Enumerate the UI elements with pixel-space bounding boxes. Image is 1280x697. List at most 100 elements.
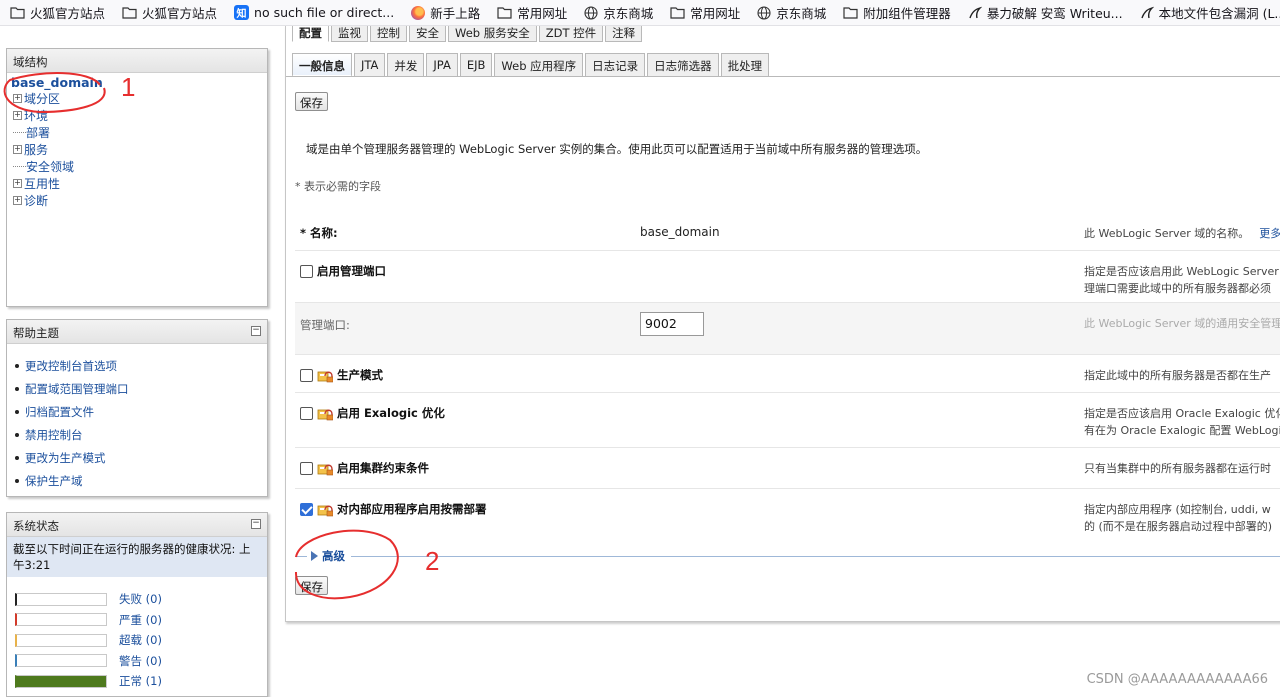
tree-item[interactable]: + 互用性	[11, 175, 267, 192]
tab-top[interactable]: 控制	[370, 26, 407, 42]
status-message: 截至以下时间正在运行的服务器的健康状况: 上午3:21	[7, 537, 267, 577]
hint-line: 指定是否应该启用此 WebLogic Server	[1084, 265, 1279, 278]
tree-item[interactable]: + 环境	[11, 107, 267, 124]
health-status-link[interactable]: 超载 (0)	[119, 632, 162, 648]
collapse-icon[interactable]: −	[251, 326, 261, 336]
cluster-constraints-label: 启用集群约束条件	[337, 461, 429, 475]
globe-icon	[584, 5, 598, 20]
tree-item-label: 部署	[26, 126, 51, 140]
lock-config-icon	[317, 406, 334, 421]
tab-sub[interactable]: 日志记录	[585, 53, 646, 77]
help-title: 帮助主题	[13, 326, 59, 340]
collapse-icon[interactable]: −	[251, 519, 261, 529]
bookmark-item[interactable]: 京东商城	[574, 0, 660, 25]
bookmark-item[interactable]: 本地文件包含漏洞 (L...	[1130, 0, 1280, 25]
tab-top[interactable]: ZDT 控件	[538, 26, 604, 42]
admin-port-enabled-label: 启用管理端口	[317, 264, 386, 278]
tab-sub[interactable]: 批处理	[720, 53, 770, 77]
save-button-bottom[interactable]: 保存	[295, 576, 328, 595]
cluster-constraints-field: 启用集群约束条件	[300, 460, 429, 476]
bookmark-item[interactable]: 常用网址	[660, 0, 747, 25]
name-row: * 名称: base_domain 此 WebLogic Server 域的名称…	[295, 213, 1280, 251]
bookmark-label: 京东商城	[776, 6, 827, 21]
bookmark-item[interactable]: 常用网址	[487, 0, 574, 25]
expand-plus-icon[interactable]: +	[13, 94, 22, 103]
divider-line	[351, 555, 1280, 557]
bookmark-item[interactable]: 火狐官方站点	[0, 0, 112, 25]
tab-sub[interactable]: 并发	[387, 53, 425, 77]
tab-top[interactable]: 配置	[292, 26, 329, 42]
save-button[interactable]: 保存	[295, 92, 328, 111]
cluster-constraints-hint: 只有当集群中的所有服务器都在运行时	[1084, 462, 1271, 475]
bookmark-item[interactable]: 火狐官方站点	[112, 0, 224, 25]
bookmark-item[interactable]: 知 no such file or direct...	[224, 0, 401, 25]
tree-item[interactable]: + 诊断	[11, 192, 267, 209]
lock-config-icon	[317, 502, 334, 517]
lock-config-icon	[317, 368, 334, 383]
exalogic-label: 启用 Exalogic 优化	[337, 406, 445, 420]
bookmark-label: 常用网址	[517, 6, 568, 21]
tab-top[interactable]: 监视	[331, 26, 368, 42]
more-link[interactable]: 更多	[1259, 227, 1280, 240]
tab-sub[interactable]: Web 应用程序	[494, 53, 584, 77]
cluster-constraints-row: 启用集群约束条件 只有当集群中的所有服务器都在运行时	[295, 448, 1280, 489]
tree-root-link[interactable]: base_domain	[11, 75, 267, 90]
help-topic-link[interactable]: 配置域范围管理端口	[15, 377, 267, 400]
bullet-icon	[15, 363, 19, 368]
tab-sub[interactable]: 日志筛选器	[647, 53, 719, 77]
tab-sub[interactable]: 一般信息	[292, 53, 352, 77]
zhihu-icon: 知	[234, 5, 250, 20]
annotation-number-2: 2	[425, 546, 440, 576]
help-topic-link[interactable]: 归档配置文件	[15, 400, 267, 423]
cluster-constraints-checkbox[interactable]	[300, 461, 313, 475]
tab-top[interactable]: 注释	[605, 26, 643, 42]
bookmark-item[interactable]: 新手上路	[401, 0, 487, 25]
hint-line: 的 (而不是在服务器启动过程中部署的)	[1084, 520, 1273, 533]
bookmark-item[interactable]: 京东商城	[747, 0, 833, 25]
admin-port-input[interactable]: 9002	[640, 312, 704, 336]
status-title: 系统状态	[13, 519, 59, 533]
expand-plus-icon[interactable]: +	[13, 179, 22, 188]
tab-sub[interactable]: EJB	[459, 53, 493, 77]
tab-sub[interactable]: JTA	[354, 53, 386, 77]
help-topic-link[interactable]: 保护生产域	[15, 469, 267, 492]
health-status-link[interactable]: 失败 (0)	[119, 591, 162, 607]
expand-plus-icon[interactable]: +	[13, 111, 22, 120]
bookmark-item[interactable]: 附加组件管理器	[833, 0, 958, 25]
health-status-link[interactable]: 正常 (1)	[119, 673, 162, 689]
on-demand-deploy-checkbox[interactable]	[300, 502, 313, 516]
advanced-section-toggle[interactable]: 高级	[295, 548, 1280, 564]
admin-port-checkbox[interactable]	[300, 264, 313, 278]
health-status-row: 正常 (1)	[7, 671, 267, 692]
help-topic-link[interactable]: 更改控制台首选项	[15, 354, 267, 377]
tree-item[interactable]: 部署	[11, 124, 267, 141]
expand-plus-icon[interactable]: +	[13, 145, 22, 154]
exalogic-row: 启用 Exalogic 优化 指定是否应该启用 Oracle Exalogic …	[295, 393, 1280, 448]
tab-sub[interactable]: JPA	[426, 53, 458, 77]
tree-item-label: 互用性	[24, 177, 61, 191]
health-status-row: 警告 (0)	[7, 651, 267, 672]
tree-item-label: 环境	[24, 109, 49, 123]
production-mode-field: 生产模式	[300, 367, 383, 383]
tab-top[interactable]: 安全	[409, 26, 446, 42]
tree-item-label: 安全领域	[26, 160, 75, 174]
tree-connector	[13, 132, 26, 133]
expand-plus-icon[interactable]: +	[13, 196, 22, 205]
tree-item[interactable]: + 服务	[11, 141, 267, 158]
tab-top[interactable]: Web 服务安全	[448, 26, 537, 42]
health-status-link[interactable]: 警告 (0)	[119, 653, 162, 669]
on-demand-deploy-hint: 指定内部应用程序 (如控制台, uddi, w 的 (而不是在服务器启动过程中部…	[1084, 501, 1272, 535]
help-topic-link[interactable]: 更改为生产模式	[15, 446, 267, 469]
tree-item[interactable]: 安全领域	[11, 158, 267, 175]
bullet-icon	[15, 455, 19, 460]
tabs-divider	[286, 76, 1280, 77]
tree-item[interactable]: + 域分区	[11, 90, 267, 107]
production-mode-checkbox[interactable]	[300, 368, 313, 382]
exalogic-checkbox[interactable]	[300, 406, 313, 420]
health-status-link[interactable]: 严重 (0)	[119, 612, 162, 628]
bookmark-label: no such file or direct...	[254, 5, 395, 20]
bookmark-item[interactable]: 暴力破解 安鸾 Writeu...	[958, 0, 1130, 25]
help-topic-link[interactable]: 禁用控制台	[15, 423, 267, 446]
bullet-icon	[15, 478, 19, 483]
bookmarks-bar: 火狐官方站点 火狐官方站点 知 no such file or direct... 新手…	[0, 0, 1280, 26]
